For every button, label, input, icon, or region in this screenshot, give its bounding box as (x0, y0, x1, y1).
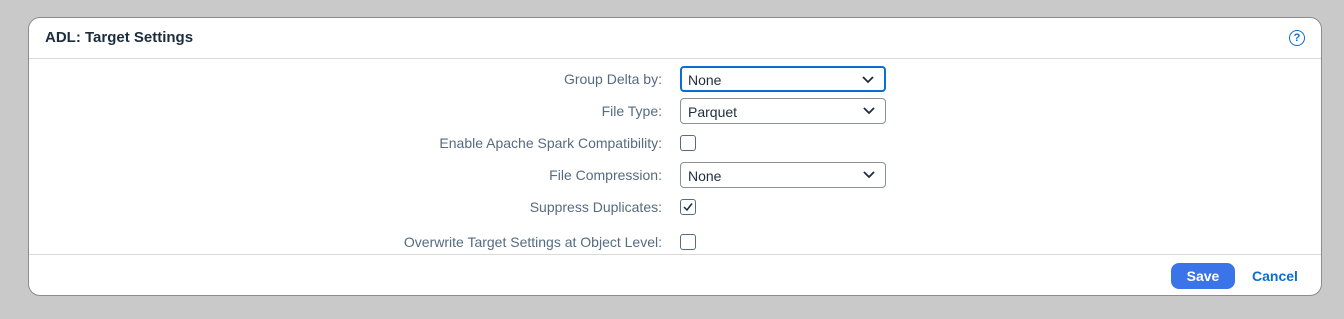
help-icon[interactable]: ? (1289, 30, 1305, 46)
group-delta-label: Group Delta by: (563, 71, 662, 87)
settings-form: Group Delta by: None File Type: Parquet … (29, 59, 1321, 257)
file-type-label: File Type: (601, 103, 662, 119)
cancel-button[interactable]: Cancel (1247, 263, 1303, 289)
file-type-value: Parquet (688, 104, 738, 120)
dialog-footer: Save Cancel (29, 254, 1321, 295)
overwrite-target-row: Overwrite Target Settings at Object Leve… (29, 229, 1321, 255)
spark-compat-row: Enable Apache Spark Compatibility: (29, 130, 1321, 156)
group-delta-select[interactable]: None (680, 66, 886, 92)
suppress-duplicates-row: Suppress Duplicates: (29, 194, 1321, 220)
chevron-down-icon (863, 171, 875, 179)
spark-compat-label: Enable Apache Spark Compatibility: (439, 135, 662, 151)
file-compression-value: None (688, 168, 722, 184)
dialog-title: ADL: Target Settings (45, 29, 194, 46)
target-settings-dialog: ADL: Target Settings ? Group Delta by: N… (28, 17, 1322, 296)
dialog-header: ADL: Target Settings ? (29, 18, 1321, 59)
file-compression-label: File Compression: (549, 167, 662, 183)
spark-compat-checkbox[interactable] (680, 135, 696, 151)
overwrite-target-label: Overwrite Target Settings at Object Leve… (403, 234, 662, 250)
file-compression-row: File Compression: None (29, 162, 1321, 188)
save-button[interactable]: Save (1171, 263, 1235, 289)
suppress-duplicates-checkbox[interactable] (680, 199, 696, 215)
file-compression-select[interactable]: None (680, 162, 886, 188)
file-type-select[interactable]: Parquet (680, 98, 886, 124)
chevron-down-icon (863, 107, 875, 115)
chevron-down-icon (862, 76, 874, 84)
checkmark-icon (683, 203, 693, 212)
overwrite-target-checkbox[interactable] (680, 234, 696, 250)
group-delta-value: None (688, 72, 722, 88)
file-type-row: File Type: Parquet (29, 98, 1321, 124)
suppress-duplicates-label: Suppress Duplicates: (529, 199, 662, 215)
group-delta-row: Group Delta by: None (29, 66, 1321, 92)
